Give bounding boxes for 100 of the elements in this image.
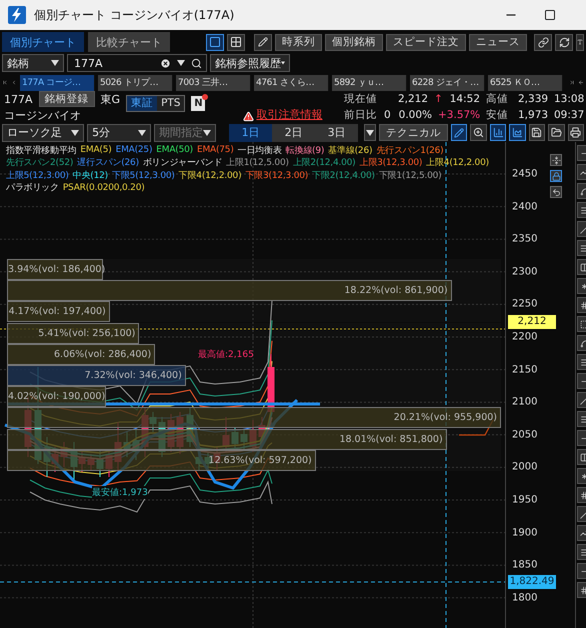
legend-item: 遅行スパン(26)	[77, 156, 139, 170]
print-button[interactable]	[568, 124, 584, 141]
caret-icon	[281, 60, 285, 66]
volume-bar: 5.41%(vol: 256,100)	[7, 322, 140, 344]
chart-type-select[interactable]: ローソク足	[2, 124, 84, 142]
save-icon	[531, 127, 542, 138]
search-type-select[interactable]: 銘柄	[2, 54, 64, 72]
app-logo-icon	[8, 6, 26, 24]
axis-label: 2250	[512, 298, 538, 310]
legend-item: PSAR(0.0200,0.20)	[62, 182, 145, 193]
toolbar-button[interactable]: スピード注文	[386, 34, 466, 50]
undo-icon[interactable]	[550, 186, 562, 198]
axis-label: 2100	[512, 396, 538, 408]
exchange-toggle[interactable]: 東証	[127, 96, 158, 110]
caret-icon	[366, 130, 374, 136]
symbol-field[interactable]: 177A	[67, 54, 207, 72]
toolbar-button[interactable]: 個別銘柄	[325, 34, 383, 50]
maximize-icon[interactable]	[544, 9, 556, 21]
axis-label: 1850	[512, 560, 538, 571]
range-tab[interactable]: 2日	[272, 124, 316, 142]
stock-tab[interactable]: 7003 三井…	[176, 74, 251, 90]
quote-label: 現在値	[344, 92, 378, 106]
stock-tab[interactable]: 5892 ｙｕ…	[332, 74, 407, 90]
view-tab[interactable]: 比較チャート	[88, 32, 170, 52]
link-button[interactable]	[534, 34, 552, 50]
legend-item: 転換線(9)	[286, 144, 324, 157]
area-chart-button[interactable]	[509, 124, 526, 141]
stock-code: 177A	[4, 92, 33, 106]
range-tab[interactable]: 1日	[229, 124, 272, 142]
save-button[interactable]	[528, 124, 546, 141]
history-select[interactable]: 銘柄参照履歴	[210, 54, 290, 72]
bar-chart-button[interactable]	[490, 124, 506, 141]
legend-item: 下限1(12,5.00)	[378, 170, 442, 182]
printer-icon	[570, 127, 582, 138]
legend-item: 上限2(12,4.00)	[292, 156, 356, 170]
volume-bar: 18.22%(vol: 861,900)	[7, 280, 452, 302]
legend-item: 先行スパン2(52)	[6, 156, 74, 170]
refresh-button[interactable]	[555, 34, 573, 50]
quote-label: 安値	[486, 108, 509, 122]
legend-item: 上限5(12,3.00)	[6, 170, 69, 182]
quote-time: 13:08	[554, 93, 582, 105]
stock-tab[interactable]: 177A コージ…	[20, 74, 95, 90]
axis-label: 2050	[512, 429, 538, 440]
refresh-icon	[558, 36, 570, 48]
select-value: 5分	[92, 125, 110, 140]
toolbar-button[interactable]: 時系列	[275, 34, 322, 50]
volume-bar: 4.02%(vol: 190,000)	[7, 386, 106, 408]
folder-button[interactable]	[548, 124, 565, 141]
link-icon	[538, 36, 548, 48]
clear-icon[interactable]	[160, 58, 171, 68]
axis-label: 2400	[512, 201, 538, 212]
warning-icon	[243, 111, 254, 122]
grid-layout-button[interactable]	[227, 34, 245, 50]
cursor-price-tag: 1,822.49	[508, 575, 556, 589]
exchange-toggle[interactable]: PTS	[157, 96, 184, 110]
lock-icon[interactable]	[550, 170, 562, 182]
stock-tab[interactable]: 5026 トリプ…	[98, 74, 173, 90]
bar-chart-icon	[492, 127, 504, 138]
last-icon[interactable]	[569, 78, 575, 87]
toolbar-button[interactable]: ニュース	[469, 34, 527, 50]
single-layout-button[interactable]	[206, 34, 224, 50]
area-chart-icon	[512, 127, 524, 138]
legend-item: 指数平滑移動平均	[6, 144, 76, 157]
caret-icon	[203, 130, 212, 136]
axis-label: 2300	[512, 266, 538, 278]
first-icon[interactable]	[2, 78, 8, 87]
notice-link[interactable]: 取引注意情報	[256, 107, 322, 122]
symbol-input[interactable]: 177A	[72, 56, 154, 70]
axis-label: 2450	[512, 168, 538, 180]
stock-tab[interactable]: 6228 ジェイ・…	[410, 74, 485, 90]
range-tab[interactable]: 3日	[315, 124, 358, 142]
view-tab[interactable]: 個別チャート	[2, 32, 84, 52]
pen-button[interactable]	[451, 124, 468, 141]
zoom-button[interactable]	[470, 124, 487, 141]
quote-value: 2,339	[518, 93, 548, 105]
volume-bar: 20.21%(vol: 955,900)	[7, 407, 501, 428]
legend-item: 下限2(12,4.00)	[312, 170, 375, 182]
stock-tab[interactable]: 4761 さくら…	[254, 74, 329, 90]
quote-time: 14:52	[448, 93, 480, 105]
volume-bar: 18.01%(vol: 851,800)	[7, 428, 447, 450]
collapse-icon[interactable]	[550, 154, 562, 166]
interval-select[interactable]: 5分	[87, 124, 152, 142]
text-icon	[577, 39, 583, 45]
news-badge[interactable]: N	[191, 96, 206, 110]
pencil-icon	[258, 37, 268, 47]
zoom-icon	[473, 127, 484, 138]
axis-label: 1900	[512, 527, 538, 538]
text-button[interactable]	[576, 34, 584, 50]
legend-item: EMA(5)	[80, 145, 112, 156]
axis-label: 1800	[512, 592, 538, 604]
search-icon[interactable]	[191, 58, 202, 68]
axis-label: 2000	[512, 462, 538, 473]
register-button[interactable]: 銘柄登録	[38, 91, 95, 107]
stock-tab[interactable]: 6525 ＫＯ…	[488, 74, 563, 90]
volume-bar: 7.32%(vol: 346,400)	[7, 364, 186, 386]
technical-button[interactable]: テクニカル	[379, 124, 448, 141]
pen-button[interactable]	[254, 34, 272, 50]
dropdown-button[interactable]	[364, 124, 376, 141]
legend-item: 下限5(12,3.00)	[112, 170, 175, 182]
legend-item: 一日均衡表	[238, 144, 282, 157]
